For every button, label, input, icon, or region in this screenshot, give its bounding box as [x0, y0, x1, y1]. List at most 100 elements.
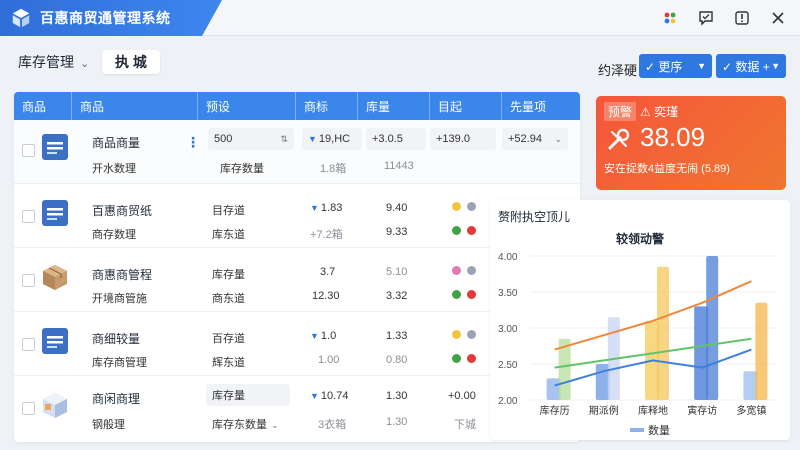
- bar: [706, 256, 719, 400]
- x-tick-label: 寅存访: [687, 404, 717, 417]
- th-6[interactable]: 先量项: [502, 92, 580, 120]
- alert-tag: 预警 ⚠ 奕瑾: [604, 102, 678, 121]
- stock-value: 5.10: [386, 266, 408, 278]
- status-dot: [452, 266, 461, 275]
- row-checkbox[interactable]: [22, 402, 35, 415]
- y-tick-label: 2.50: [498, 360, 518, 371]
- brand-value: 3.7: [320, 266, 336, 278]
- brand-sub: 1.8箱: [320, 163, 347, 175]
- chart-title: 较领动警: [615, 232, 664, 246]
- status-dot: [452, 202, 461, 211]
- close-icon[interactable]: [766, 6, 790, 30]
- target-box: +139.0: [430, 128, 496, 150]
- stock-sub: 3.32: [386, 290, 408, 302]
- th-4[interactable]: 库量: [358, 92, 430, 120]
- data-chip[interactable]: ✓ 数据 + ▼: [716, 54, 786, 78]
- chevron-down-icon: ⌄: [271, 420, 279, 430]
- status-dot: [452, 226, 461, 235]
- th-5[interactable]: 目起: [430, 92, 502, 120]
- arrow-down-icon: ▼: [310, 203, 319, 213]
- item-name: 商闲商理: [92, 392, 141, 406]
- preset-value: 百存道: [212, 333, 245, 345]
- app-title: 百惠商贸通管理系统: [40, 10, 171, 26]
- y-tick-label: 2.00: [498, 396, 518, 407]
- status-dot: [452, 290, 461, 299]
- preset-input[interactable]: 库存量: [206, 384, 290, 406]
- item-subname: 开水数理: [92, 163, 136, 175]
- sort-chip-label: ✓ 更序: [645, 59, 683, 74]
- alert-card[interactable]: 预警 ⚠ 奕瑾 38.09 安在捉数4益度无闹 (5.89): [596, 96, 786, 190]
- data-chip-label: ✓ 数据 +: [722, 59, 770, 74]
- stock-sub: 9.33: [386, 226, 408, 238]
- status-dot: [467, 290, 476, 299]
- status-dot: [467, 226, 476, 235]
- brand-value: 19,HC: [318, 133, 351, 145]
- chevron-down-icon: ⌄: [80, 58, 90, 70]
- chart-card: 2.00 2.50 3.00 3.50 4.00 库存历 期派例 库释地 寅存访 多宽镇 赘附执空…: [490, 200, 790, 440]
- alert-badge: 预警: [604, 102, 637, 121]
- legend-swatch: [630, 428, 644, 432]
- item-subname: 库存商管理: [92, 357, 147, 369]
- th-2[interactable]: 预设: [198, 92, 296, 120]
- row-checkbox[interactable]: [22, 144, 35, 157]
- status-dots: [452, 226, 476, 235]
- row-checkbox[interactable]: [22, 338, 35, 351]
- stepper-icon: ⇅: [280, 133, 288, 144]
- arrow-down-icon: ▼: [308, 134, 317, 144]
- preset-value: 库存量: [212, 269, 245, 281]
- brand-value-box: ▼ 19,HC: [302, 128, 362, 150]
- item-name: 商品商量: [92, 136, 141, 150]
- alert-subtitle: 安在捉数4益度无闹 (5.89): [604, 163, 730, 175]
- search-button[interactable]: 执 城: [102, 50, 160, 74]
- row-sub-select[interactable]: 库存东数量 ⌄: [212, 416, 279, 432]
- table-row[interactable]: 商品商量 开水数理 ⋮ 500 ⇅ 库存数量 ▼ 19,HC 1.8箱 +3.0.5…: [14, 120, 580, 184]
- chat-icon[interactable]: [694, 6, 718, 30]
- box-icon: [43, 265, 67, 290]
- x-tick-label: 库存历: [540, 404, 570, 417]
- info-icon[interactable]: [730, 6, 754, 30]
- row-checkbox[interactable]: [22, 274, 35, 287]
- bar: [546, 378, 561, 400]
- row-sub-label: 辉东道: [212, 357, 245, 369]
- apps-icon[interactable]: [658, 6, 682, 30]
- status-dot: [467, 266, 476, 275]
- status-dots: [452, 290, 476, 299]
- item-name: 百惠商贸纸: [92, 204, 153, 218]
- more-icon[interactable]: ⋮: [186, 134, 200, 151]
- preset-value: 目存道: [212, 205, 245, 217]
- brand-value-wrap: ▼ 1.0: [310, 330, 336, 342]
- preset-input[interactable]: 500 ⇅: [208, 128, 294, 150]
- module-label: 库存管理: [18, 54, 74, 70]
- document-icon: [42, 134, 68, 160]
- status-dots: [452, 330, 476, 339]
- row-sub-label: 库存数量: [220, 163, 264, 175]
- th-3[interactable]: 商标: [296, 92, 358, 120]
- status-dot: [452, 354, 461, 363]
- target-value: +139.0: [436, 133, 470, 145]
- item-subname: 开境商管施: [92, 293, 147, 305]
- stock-value: 1.30: [386, 390, 408, 402]
- arrow-down-icon: ▼: [310, 331, 319, 341]
- cube-icon: [43, 393, 67, 418]
- y-tick-label: 3.00: [498, 324, 518, 335]
- app-logo-icon: [12, 8, 30, 28]
- priority-select[interactable]: +52.94 ⌄: [502, 128, 568, 150]
- item-subname: 商存数理: [92, 229, 136, 241]
- item-subname: 钢般理: [92, 419, 125, 431]
- arrow-down-icon: ▼: [310, 391, 319, 401]
- brand-sub: +7.2箱: [310, 229, 343, 241]
- row-sub-label: 库存东数量: [212, 419, 267, 431]
- brand-value-wrap: ▼ 10.74: [310, 390, 348, 402]
- priority-value: +52.94: [508, 133, 542, 145]
- module-select[interactable]: 库存管理 ⌄: [18, 52, 89, 72]
- target-sub: 下城: [454, 419, 476, 431]
- th-0[interactable]: 商品: [14, 92, 72, 120]
- row-checkbox[interactable]: [22, 210, 35, 223]
- brand: 百惠商贸通管理系统: [0, 0, 222, 36]
- th-1[interactable]: 商品: [72, 92, 198, 120]
- sort-chip[interactable]: ✓ 更序 ▼: [639, 54, 712, 78]
- preset-value: 500: [214, 133, 233, 145]
- brand-sub: 1.00: [318, 354, 340, 366]
- row-sub-label: 库东道: [212, 229, 245, 241]
- tools-icon: [608, 128, 630, 150]
